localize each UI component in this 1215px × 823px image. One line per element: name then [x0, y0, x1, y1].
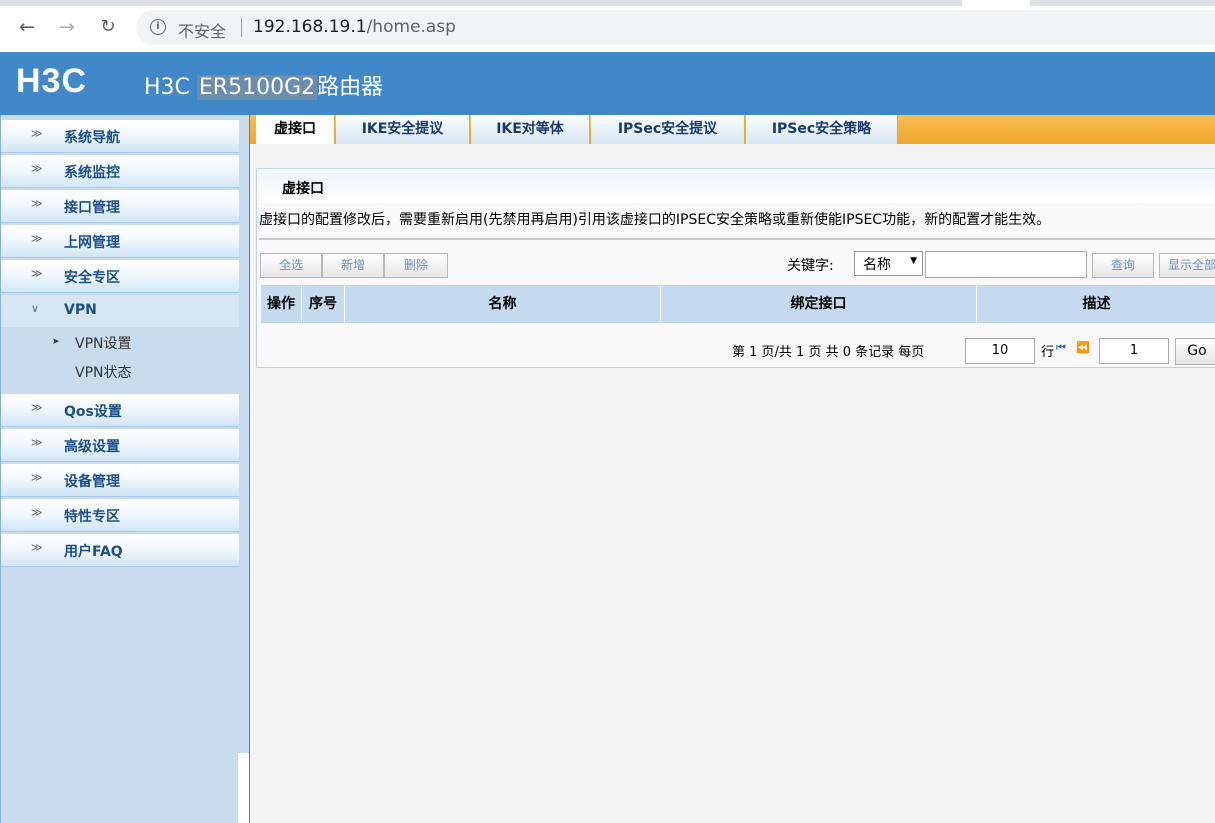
column-header-bound-interface: 绑定接口: [661, 285, 977, 323]
per-page-input[interactable]: 10: [965, 338, 1035, 364]
chevron-right-icon: ≫: [31, 197, 43, 210]
sidebar-item-device[interactable]: ≫ 设备管理: [1, 464, 239, 497]
browser-tab-strip: [0, 0, 1215, 6]
product-model: ER5100G2: [196, 75, 318, 100]
keyword-field-select[interactable]: 名称 ▼: [854, 251, 923, 276]
sidebar-item-system-monitor[interactable]: ≫ 系统监控: [1, 155, 239, 188]
add-button[interactable]: 新增: [322, 253, 384, 278]
pager-status: 第 1 页/共 1 页 共 0 条记录 每页: [732, 345, 925, 360]
url-path: /home.asp: [366, 17, 456, 37]
sidebar-item-label: VPN: [64, 302, 97, 318]
reload-icon[interactable]: ↻: [95, 14, 121, 40]
url-host: 192.168.19.1: [253, 17, 367, 37]
chevron-right-icon: ≫: [31, 541, 43, 554]
first-page-icon[interactable]: ⏮: [1056, 341, 1066, 355]
forward-icon[interactable]: →: [54, 14, 80, 40]
url-text[interactable]: 192.168.19.1/home.asp: [253, 17, 456, 37]
panel-header: 虚接口: [257, 168, 1215, 203]
sidebar-bottom-gap: [238, 753, 249, 823]
sidebar-item-label: 系统监控: [64, 165, 120, 181]
go-button[interactable]: Go: [1175, 338, 1215, 365]
sidebar-item-advanced[interactable]: ≫ 高级设置: [1, 429, 239, 462]
table-header: 操作 序号 名称 绑定接口 描述: [261, 285, 1215, 323]
select-all-button[interactable]: 全选: [260, 253, 322, 278]
keyword-field-value: 名称: [863, 257, 891, 273]
caret-down-icon: ▼: [910, 256, 917, 266]
chevron-down-icon: ∨: [31, 302, 40, 315]
tab-ipsec-policy[interactable]: IPSec安全策略: [746, 115, 898, 144]
sidebar-item-internet[interactable]: ≫ 上网管理: [1, 225, 239, 258]
show-all-button[interactable]: 显示全部: [1159, 253, 1215, 278]
virtual-interface-panel: 虚接口 虚接口的配置修改后，需要重新启用(先禁用再启用)引用该虚接口的IPSEC…: [256, 168, 1215, 368]
tab-virtual-interface[interactable]: 虚接口: [256, 115, 335, 144]
browser-chrome: ← → ↻ i 不安全 192.168.19.1/home.asp: [0, 0, 1215, 52]
chevron-right-icon: ≫: [31, 232, 43, 245]
column-header-action: 操作: [261, 285, 302, 323]
prev-page-icon[interactable]: ⏪: [1076, 341, 1090, 354]
browser-tab[interactable]: [962, 0, 1030, 6]
back-icon[interactable]: ←: [14, 14, 40, 40]
address-separator: [241, 18, 242, 37]
product-title: H3C ER5100G2路由器: [144, 69, 383, 101]
sub-arrow-icon: ➤: [52, 337, 60, 347]
query-button[interactable]: 查询: [1092, 253, 1154, 278]
sidebar-item-label: 高级设置: [64, 439, 120, 455]
sidebar-item-qos[interactable]: ≫ Qos设置: [1, 394, 239, 427]
delete-button[interactable]: 删除: [384, 253, 448, 278]
sidebar-item-security[interactable]: ≫ 安全专区: [1, 260, 239, 293]
info-icon[interactable]: i: [150, 19, 166, 35]
sidebar-item-features[interactable]: ≫ 特性专区: [1, 499, 239, 532]
rows-label: 行: [1041, 345, 1055, 360]
chevron-right-icon: ≫: [31, 436, 43, 449]
tab-ike-peer[interactable]: IKE对等体: [471, 115, 590, 144]
tab-ipsec-proposal[interactable]: IPSec安全提议: [591, 115, 745, 144]
column-header-index: 序号: [302, 285, 345, 323]
sidebar-item-system-nav[interactable]: ≫ 系统导航: [1, 120, 239, 153]
sidebar-item-label: Qos设置: [64, 404, 122, 420]
sidebar-item-label: 上网管理: [64, 235, 120, 251]
chevron-right-icon: ≫: [31, 162, 43, 175]
column-header-name: 名称: [345, 285, 661, 323]
divider: [259, 238, 1215, 240]
security-label[interactable]: 不安全: [178, 18, 226, 42]
sidebar-item-label: 系统导航: [64, 130, 120, 146]
product-prefix: H3C: [144, 75, 190, 100]
page-number-input[interactable]: 1: [1099, 338, 1169, 364]
sidebar-menu: ≫ 系统导航 ≫ 系统监控 ≫ 接口管理 ≫ 上网管理 ≫ 安全专区 ∨ VPN…: [0, 115, 250, 823]
panel-title: 虚接口: [282, 181, 324, 197]
sidebar-right-border: [249, 115, 250, 823]
tab-ike-proposal[interactable]: IKE安全提议: [336, 115, 470, 144]
chevron-right-icon: ≫: [31, 506, 43, 519]
keyword-label: 关键字:: [787, 258, 834, 274]
column-header-description: 描述: [1082, 296, 1111, 312]
sidebar-item-label: 特性专区: [64, 509, 120, 525]
header-banner: H3C H3C ER5100G2路由器: [0, 52, 1215, 115]
chevron-right-icon: ≫: [31, 471, 43, 484]
sidebar-item-interface[interactable]: ≫ 接口管理: [1, 190, 239, 223]
config-notice: 虚接口的配置修改后，需要重新启用(先禁用再启用)引用该虚接口的IPSEC安全策略…: [259, 212, 1051, 228]
chevron-right-icon: ≫: [31, 401, 43, 414]
keyword-input[interactable]: [925, 251, 1087, 278]
sidebar-subitem-vpn-settings[interactable]: VPN设置: [75, 333, 132, 353]
chevron-right-icon: ≫: [31, 267, 43, 280]
sidebar-item-label: 用户FAQ: [64, 544, 123, 560]
sidebar-item-label: 设备管理: [64, 474, 120, 490]
sidebar-item-label: 接口管理: [64, 200, 120, 216]
sidebar-item-faq[interactable]: ≫ 用户FAQ: [1, 534, 239, 567]
tab-bar: 虚接口 IKE安全提议 IKE对等体 IPSec安全提议 IPSec安全策略: [250, 115, 1215, 144]
address-bar[interactable]: i 不安全 192.168.19.1/home.asp: [136, 10, 1215, 45]
sidebar-subitem-vpn-status[interactable]: VPN状态: [75, 362, 132, 382]
chevron-right-icon: ≫: [31, 127, 43, 140]
sidebar-item-vpn[interactable]: ∨ VPN: [1, 295, 239, 327]
h3c-logo: H3C: [16, 62, 88, 100]
sidebar-item-label: 安全专区: [64, 270, 120, 286]
product-suffix: 路由器: [317, 75, 384, 100]
